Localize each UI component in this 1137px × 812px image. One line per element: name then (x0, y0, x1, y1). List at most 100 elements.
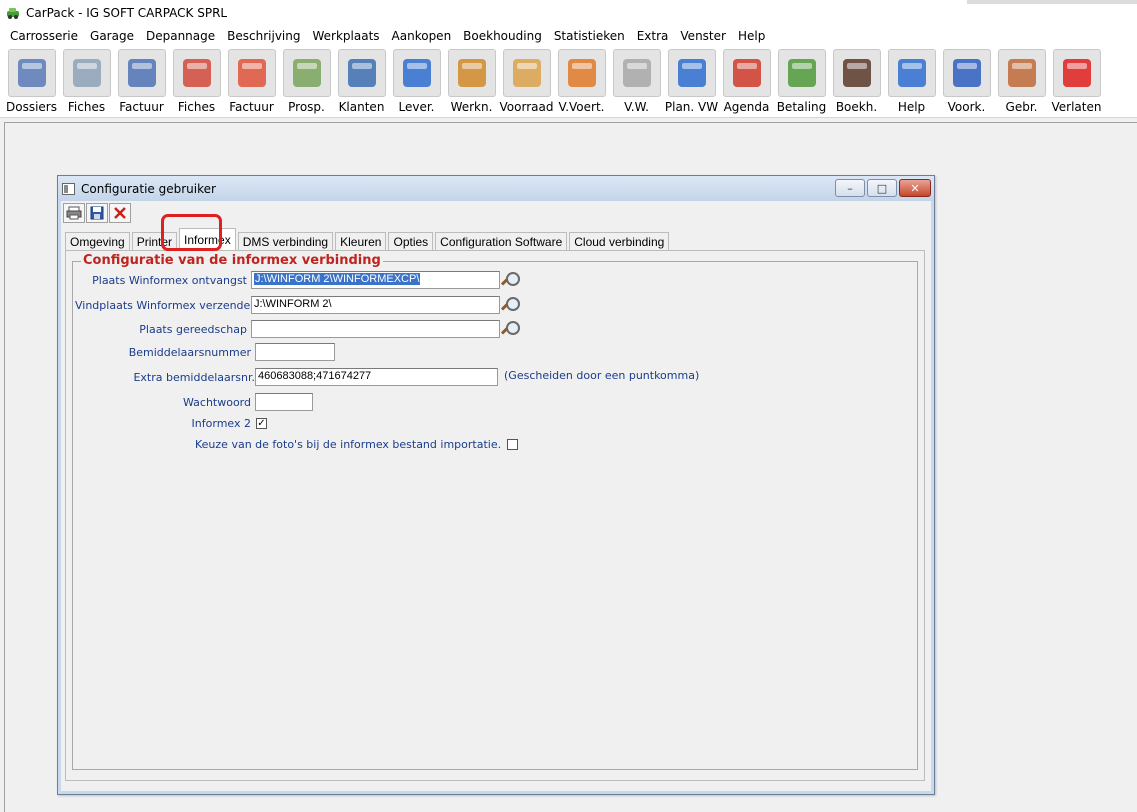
title-bar-corner (967, 0, 1137, 4)
wachtwoord-input[interactable] (255, 393, 313, 411)
tab-panel-informex: Configuratie van de informex verbinding … (65, 250, 925, 781)
tab-opties[interactable]: Opties (388, 232, 434, 250)
app-title: CarPack - IG SOFT CARPACK SPRL (26, 6, 228, 20)
tab-configuration-software[interactable]: Configuration Software (435, 232, 568, 250)
tab-strip: Omgeving Printer Informex DMS verbinding Kle… (65, 228, 671, 250)
toolbar-button-help-16[interactable]: Help (884, 46, 939, 116)
toolbar-label: Plan. VW (664, 100, 719, 114)
menu-garage[interactable]: Garage (84, 29, 140, 43)
maximize-button[interactable]: □ (867, 179, 897, 197)
toolbar-button-boekh-15[interactable]: Boekh. (829, 46, 884, 116)
toolbar-button-betaling-14[interactable]: Betaling (774, 46, 829, 116)
vindplaats-input[interactable]: J:\WINFORM 2\ (251, 296, 500, 314)
printer-icon[interactable] (63, 203, 85, 223)
toolbar-button-dossiers-0[interactable]: Dossiers (4, 46, 59, 116)
window-title: Configuratie gebruiker (81, 181, 216, 196)
toolbar-button-voorraad-9[interactable]: Voorraad (499, 46, 554, 116)
save-icon[interactable] (86, 203, 108, 223)
menu-beschrijving[interactable]: Beschrijving (221, 29, 306, 43)
extra-hint: (Gescheiden door een puntkomma) (504, 368, 700, 382)
toolbar-label: Boekh. (835, 100, 878, 114)
customer-icon (337, 49, 386, 97)
plaats-ontvangst-label: Plaats Winformex ontvangst (92, 273, 247, 287)
tab-dms-verbinding[interactable]: DMS verbinding (237, 232, 334, 250)
menu-carrosserie[interactable]: Carrosserie (4, 29, 84, 43)
extra-bemiddelaar-input[interactable]: 460683088;471674277 (255, 368, 498, 386)
window-title-bar[interactable]: Configuratie gebruiker – □ ✕ (58, 176, 934, 201)
toolbar-button-werkn-8[interactable]: Werkn. (444, 46, 499, 116)
truck-icon (392, 49, 441, 97)
gereedschap-label: Plaats gereedschap (139, 322, 247, 336)
toolbar-button-plan-vw-12[interactable]: Plan. VW (664, 46, 719, 116)
minimize-button[interactable]: – (835, 179, 865, 197)
menu-boekhouding[interactable]: Boekhouding (457, 29, 548, 43)
plaats-ontvangst-input[interactable]: J:\WINFORM 2\WINFORMEXCP\ (251, 271, 500, 289)
menu-aankopen[interactable]: Aankopen (386, 29, 458, 43)
menu-venster[interactable]: Venster (674, 29, 732, 43)
main-toolbar: Dossiers Fiches Factuur Fiches Factuur Prosp.… (0, 46, 1137, 118)
invoice-add-icon (117, 49, 166, 97)
window-icon (62, 182, 75, 195)
menu-depannage[interactable]: Depannage (140, 29, 221, 43)
toolbar-button-lever-7[interactable]: Lever. (389, 46, 444, 116)
bemiddelaar-input[interactable] (255, 343, 335, 361)
toolbar-button-agenda-13[interactable]: Agenda (719, 46, 774, 116)
extra-bemiddelaar-label: Extra bemiddelaarsnr. (133, 370, 255, 384)
toolbar-button-gebr-18[interactable]: Gebr. (994, 46, 1049, 116)
menu-extra[interactable]: Extra (631, 29, 675, 43)
toolbar-button-verlaten-19[interactable]: Verlaten (1049, 46, 1104, 116)
toolbar-button-factuur-2[interactable]: Factuur (114, 46, 169, 116)
toolbar-label: Voork. (947, 100, 986, 114)
browse-vindplaats-icon[interactable] (502, 297, 520, 313)
menu-help[interactable]: Help (732, 29, 771, 43)
car-silver-icon (612, 49, 661, 97)
boxes-icon (502, 49, 551, 97)
toolbar-label: Klanten (338, 100, 385, 114)
keys-icon (667, 49, 716, 97)
toolbar-button-factuur-4[interactable]: Factuur (224, 46, 279, 116)
window-toolbar (63, 203, 131, 223)
toolbar-label: Voorraad (499, 100, 554, 114)
payment-icon (777, 49, 826, 97)
browse-gereedschap-icon[interactable] (502, 321, 520, 337)
keuze-checkbox[interactable] (507, 439, 519, 450)
menu-statistieken[interactable]: Statistieken (548, 29, 631, 43)
users-icon (997, 49, 1046, 97)
toolbar-label: Agenda (723, 100, 770, 114)
toolbar-button-voork-17[interactable]: Voork. (939, 46, 994, 116)
informex2-checkbox[interactable]: ✓ (256, 418, 267, 429)
tab-omgeving[interactable]: Omgeving (65, 232, 130, 250)
toolbar-label: Factuur (119, 100, 164, 114)
gereedschap-input[interactable] (251, 320, 500, 338)
toolbar-label: Factuur (229, 100, 274, 114)
gear-icon (942, 49, 991, 97)
window-body: Omgeving Printer Informex DMS verbinding Kle… (61, 201, 931, 791)
toolbar-label: Verlaten (1051, 100, 1102, 114)
toolbar-button-v-voert-10[interactable]: V.Voert. (554, 46, 609, 116)
toolbar-button-fiches-3[interactable]: Fiches (169, 46, 224, 116)
delete-icon[interactable] (109, 203, 131, 223)
toolbar-button-v-w-11[interactable]: V.W. (609, 46, 664, 116)
menu-werkplaats[interactable]: Werkplaats (306, 29, 385, 43)
toolbar-label: Werkn. (450, 100, 493, 114)
toolbar-label: Fiches (177, 100, 216, 114)
invoice-red-add-icon (227, 49, 276, 97)
tab-highlight-annotation (161, 214, 222, 251)
browse-ontvangst-icon[interactable] (502, 272, 520, 288)
tab-cloud-verbinding[interactable]: Cloud verbinding (569, 232, 670, 250)
toolbar-button-klanten-6[interactable]: Klanten (334, 46, 389, 116)
informex2-label: Informex 2 (191, 417, 251, 430)
close-button[interactable]: ✕ (899, 179, 931, 197)
toolbar-label: Betaling (776, 100, 827, 114)
toolbar-label: Dossiers (6, 100, 57, 114)
tools-icon (62, 49, 111, 97)
tab-kleuren[interactable]: Kleuren (335, 232, 387, 250)
toolbar-label: Gebr. (1005, 100, 1038, 114)
toolbar-label: Fiches (67, 100, 106, 114)
calendar-icon (722, 49, 771, 97)
group-title: Configuratie van de informex verbinding (81, 253, 383, 268)
informex-group: Configuratie van de informex verbinding … (72, 253, 918, 770)
wachtwoord-label: Wachtwoord (182, 395, 251, 409)
toolbar-button-prosp-5[interactable]: Prosp. (279, 46, 334, 116)
toolbar-button-fiches-1[interactable]: Fiches (59, 46, 114, 116)
